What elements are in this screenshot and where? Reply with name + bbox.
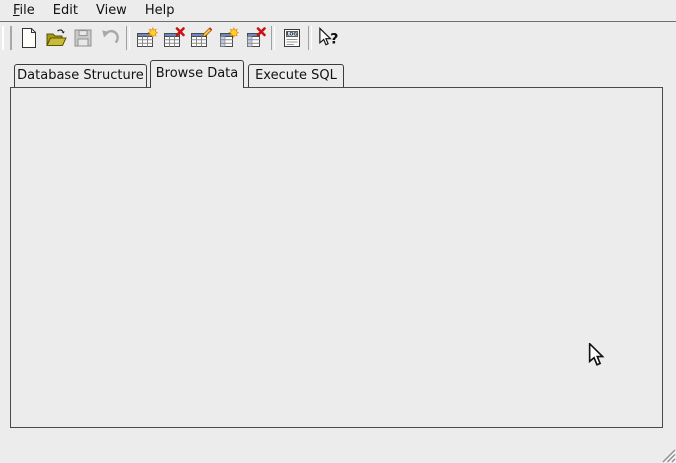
resize-grip[interactable]	[658, 445, 676, 463]
menu-bar: File Edit View Help	[0, 0, 676, 22]
modify-table-icon	[190, 27, 212, 49]
create-table-icon	[136, 27, 158, 49]
sql-log-icon: LOG	[281, 27, 303, 49]
new-database-button[interactable]	[16, 25, 41, 51]
menu-view[interactable]: View	[87, 1, 136, 20]
save-database-button[interactable]	[70, 25, 95, 51]
delete-index-button[interactable]	[242, 25, 267, 51]
tab-execute-sql[interactable]: Execute SQL	[248, 64, 344, 87]
svg-text:?: ?	[330, 31, 338, 47]
revert-icon	[99, 27, 121, 49]
create-table-button[interactable]	[134, 25, 159, 51]
delete-table-button[interactable]	[161, 25, 186, 51]
whats-this-icon: ?	[317, 27, 340, 49]
open-database-button[interactable]	[43, 25, 68, 51]
menu-help[interactable]: Help	[136, 1, 184, 20]
delete-index-icon	[244, 27, 266, 49]
app-window: File Edit View Help	[0, 0, 676, 463]
toolbar-separator	[308, 26, 312, 50]
tab-browse-data[interactable]: Browse Data	[150, 60, 244, 88]
create-index-icon	[217, 27, 239, 49]
svg-text:LOG: LOG	[286, 32, 297, 38]
save-database-icon	[72, 27, 94, 49]
browse-data-panel	[10, 87, 663, 428]
menu-file[interactable]: File	[4, 1, 44, 20]
whats-this-button[interactable]: ?	[316, 25, 341, 51]
new-database-icon	[18, 27, 40, 49]
delete-table-icon	[163, 27, 185, 49]
menu-edit[interactable]: Edit	[44, 1, 87, 20]
toolbar-handle[interactable]	[2, 26, 12, 50]
revert-button[interactable]	[97, 25, 122, 51]
open-database-icon	[45, 27, 67, 49]
create-index-button[interactable]	[215, 25, 240, 51]
toolbar-separator	[126, 26, 130, 50]
toolbar: LOG ?	[0, 23, 676, 53]
sql-log-button[interactable]: LOG	[279, 25, 304, 51]
toolbar-separator	[271, 26, 275, 50]
modify-table-button[interactable]	[188, 25, 213, 51]
tab-database-structure[interactable]: Database Structure	[14, 64, 147, 87]
